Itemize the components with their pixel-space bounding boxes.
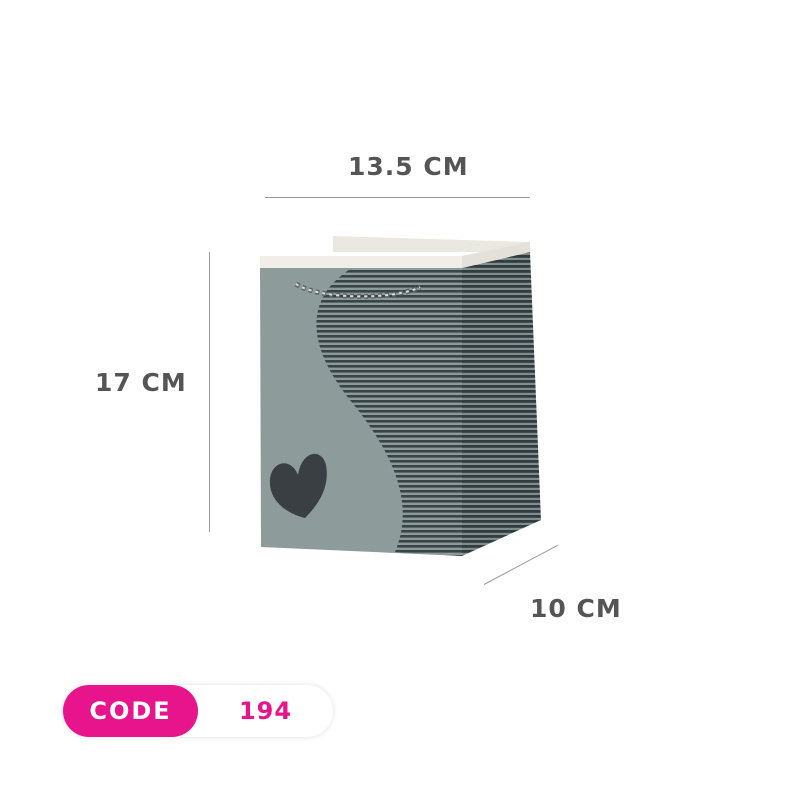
code-value: 194 [238,697,293,725]
product-code-badge: CODE 194 [63,685,333,737]
bag-top-fold [260,256,462,268]
bag-side-panel [462,252,541,556]
gift-bag-illustration [260,236,541,556]
code-label: CODE [63,685,198,737]
